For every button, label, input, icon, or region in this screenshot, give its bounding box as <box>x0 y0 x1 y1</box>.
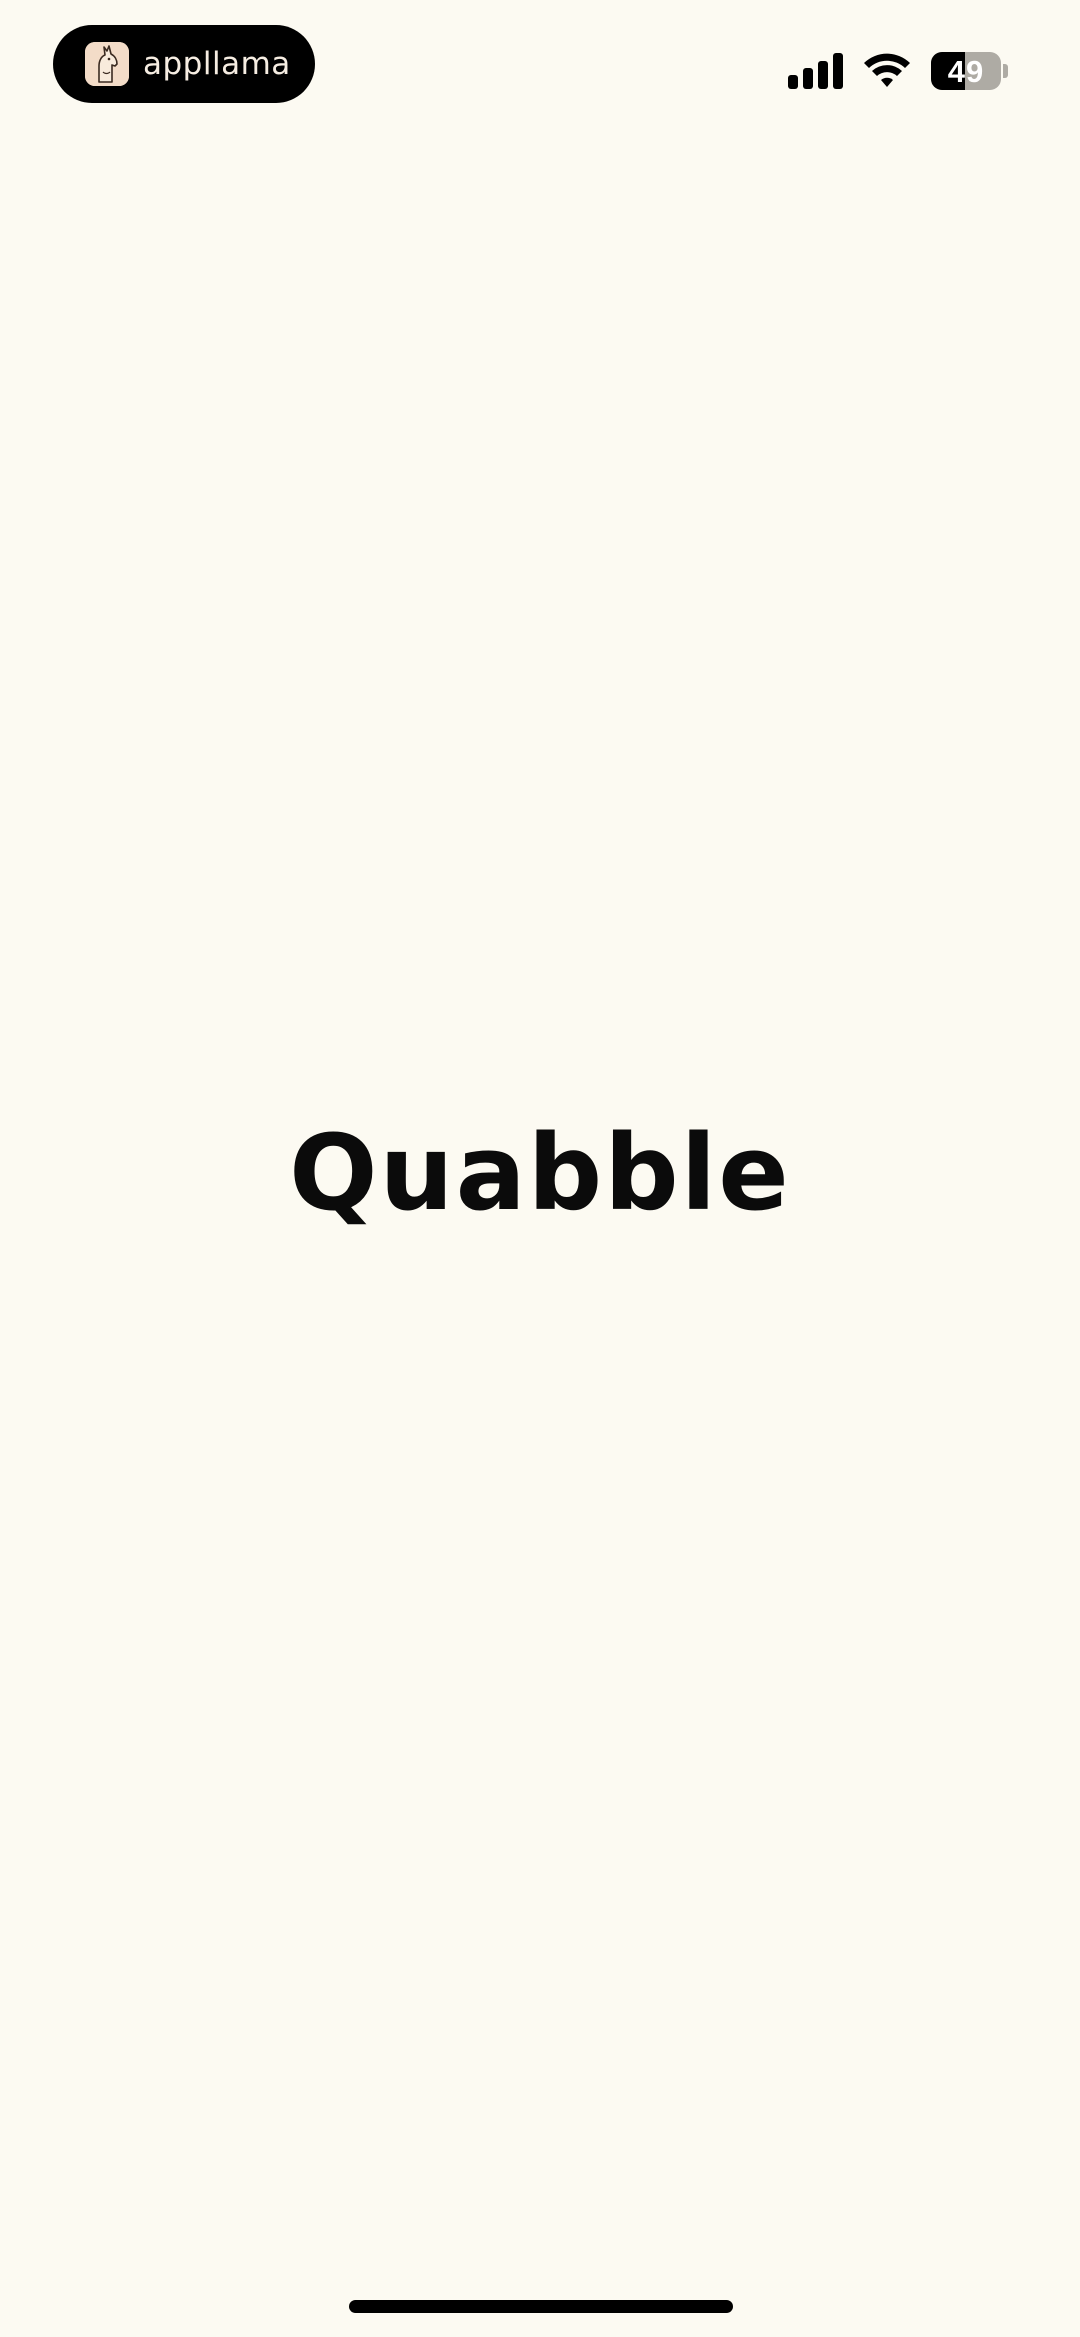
app-indicator-pill[interactable]: appllama <box>53 25 315 103</box>
llama-icon <box>85 42 129 86</box>
app-logo-wordmark: Quabble <box>289 1112 791 1234</box>
wifi-icon <box>864 53 910 87</box>
battery-percentage: 49 <box>947 53 985 89</box>
battery-indicator: 49 <box>931 52 1001 90</box>
status-bar: appllama 49 <box>0 0 1080 130</box>
battery-cap <box>1003 64 1008 78</box>
app-indicator-label: appllama <box>143 45 291 82</box>
cellular-signal-icon <box>788 53 843 89</box>
home-indicator[interactable] <box>349 2300 733 2313</box>
